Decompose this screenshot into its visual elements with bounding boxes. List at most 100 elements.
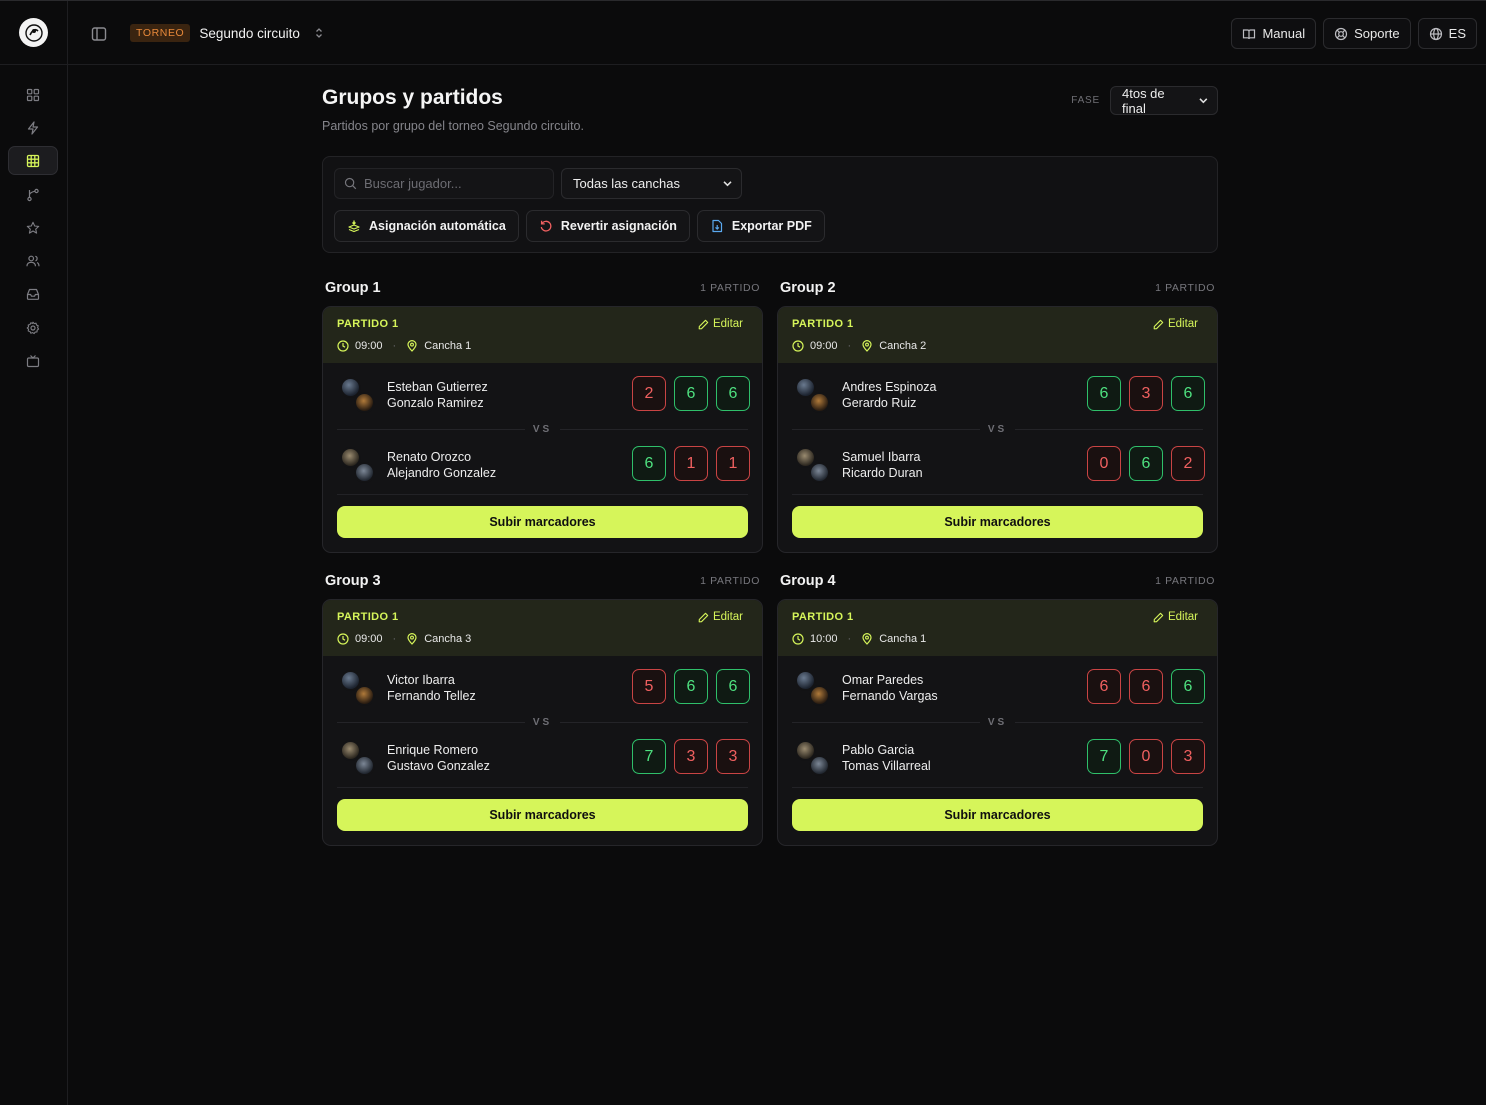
clock-icon xyxy=(337,340,349,352)
edit-button[interactable]: Editar xyxy=(698,318,743,330)
sidebar-item-bracket[interactable] xyxy=(8,180,58,209)
edit-button[interactable]: Editar xyxy=(1153,318,1198,330)
sidebar-item-settings[interactable] xyxy=(8,313,58,342)
search-placeholder: Buscar jugador... xyxy=(364,176,462,191)
sidebar-item-dashboard[interactable] xyxy=(8,80,58,109)
language-button[interactable]: ES xyxy=(1417,18,1477,49)
avatar xyxy=(354,462,375,483)
map-pin-icon xyxy=(862,633,872,645)
support-button[interactable]: Soporte xyxy=(1323,18,1411,49)
table-icon xyxy=(26,154,40,167)
set-score: 6 xyxy=(632,446,666,481)
upload-scores-label: Subir marcadores xyxy=(944,808,1051,822)
vs-line xyxy=(560,721,748,723)
team-row-1: Omar Paredes Fernando Vargas 666 xyxy=(778,663,1217,711)
users-icon xyxy=(26,255,40,266)
team-row-2: Enrique Romero Gustavo Gonzalez 733 xyxy=(323,733,762,781)
edit-button[interactable]: Editar xyxy=(698,611,743,623)
revert-assign-button[interactable]: Revertir asignación xyxy=(525,210,690,242)
phase-select[interactable]: 4tos de final xyxy=(1110,86,1218,116)
vs-line xyxy=(1015,428,1203,430)
page-title: Grupos y partidos xyxy=(322,86,503,109)
sidebar-toggle-icon[interactable] xyxy=(90,25,108,43)
team-players: Samuel Ibarra Ricardo Duran xyxy=(842,449,923,481)
pencil-icon xyxy=(1153,319,1164,329)
chevron-down-icon xyxy=(1199,98,1208,104)
search-input[interactable]: Buscar jugador... xyxy=(334,168,554,199)
edit-label: Editar xyxy=(712,318,743,330)
set-score: 7 xyxy=(632,739,666,774)
set-score: 0 xyxy=(1087,446,1121,481)
tournament-name: Segundo circuito xyxy=(199,25,300,41)
vs-divider: VS xyxy=(792,423,1203,435)
vs-label: VS xyxy=(532,716,553,728)
manual-button[interactable]: Manual xyxy=(1231,18,1317,49)
team-avatars xyxy=(795,447,833,485)
player-name: Renato Orozco xyxy=(387,450,472,464)
auto-assign-label: Asignación automática xyxy=(369,219,506,233)
group-name: Group 4 xyxy=(780,573,836,589)
match-time: 10:00 xyxy=(810,633,838,645)
support-label: Soporte xyxy=(1354,26,1400,41)
globe-icon xyxy=(1429,27,1442,40)
team-players: Enrique Romero Gustavo Gonzalez xyxy=(387,742,490,774)
match-card: PARTIDO 1 Editar 09:00 · Cancha 1 Esteba… xyxy=(322,306,763,553)
sidebar-item-groups[interactable] xyxy=(8,146,58,175)
top-actions: Manual Soporte ES xyxy=(1231,18,1477,49)
sidebar-item-favorites[interactable] xyxy=(8,213,58,242)
match-card-header: PARTIDO 1 Editar 09:00 · Cancha 2 xyxy=(778,307,1217,363)
team-players: Andres Espinoza Gerardo Ruiz xyxy=(842,379,937,411)
team-players: Renato Orozco Alejandro Gonzalez xyxy=(387,449,496,481)
tournament-selector[interactable]: TORNEO Segundo circuito xyxy=(130,24,325,42)
upload-scores-button[interactable]: Subir marcadores xyxy=(792,506,1203,538)
sidebar-item-inbox[interactable] xyxy=(8,279,58,308)
player-name: Ricardo Duran xyxy=(842,466,923,480)
team-scores: 062 xyxy=(1087,446,1205,481)
group-match-count: 1 PARTIDO xyxy=(1155,282,1215,294)
auto-assign-button[interactable]: Asignación automática xyxy=(334,210,519,242)
set-score: 5 xyxy=(632,669,666,704)
sidebar-item-players[interactable] xyxy=(8,246,58,275)
match-time: 09:00 xyxy=(810,340,838,352)
group-name: Group 3 xyxy=(325,573,381,589)
group-match-count: 1 PARTIDO xyxy=(700,282,760,294)
set-score: 6 xyxy=(1129,669,1163,704)
player-name: Esteban Gutierrez xyxy=(387,380,488,394)
edit-label: Editar xyxy=(1167,611,1198,623)
upload-scores-button[interactable]: Subir marcadores xyxy=(792,799,1203,831)
team-scores: 666 xyxy=(1087,669,1205,704)
team-avatars xyxy=(340,670,378,708)
player-name: Victor Ibarra xyxy=(387,673,455,687)
logo[interactable] xyxy=(19,18,48,47)
sidebar-item-display[interactable] xyxy=(8,346,58,375)
action-buttons: Asignación automática Revertir asignació… xyxy=(334,210,825,242)
edit-label: Editar xyxy=(712,611,743,623)
chevron-updown-icon xyxy=(315,28,322,38)
match-card: PARTIDO 1 Editar 10:00 · Cancha 1 Omar P… xyxy=(777,599,1218,846)
court-select[interactable]: Todas las canchas xyxy=(561,168,742,199)
vs-line xyxy=(560,428,748,430)
team-row-2: Pablo Garcia Tomas Villarreal 703 xyxy=(778,733,1217,781)
set-score: 6 xyxy=(1129,446,1163,481)
group-header: Group 3 1 PARTIDO xyxy=(325,570,760,592)
team-scores: 611 xyxy=(632,446,750,481)
edit-button[interactable]: Editar xyxy=(1153,611,1198,623)
upload-scores-button[interactable]: Subir marcadores xyxy=(337,799,748,831)
set-score: 6 xyxy=(1171,669,1205,704)
player-name: Alejandro Gonzalez xyxy=(387,466,497,480)
avatar xyxy=(809,462,830,483)
match-meta: 10:00 · Cancha 1 xyxy=(792,633,1203,645)
phase-filter: FASE 4tos de final xyxy=(1071,86,1218,116)
player-name: Enrique Romero xyxy=(387,743,479,757)
tv-icon xyxy=(26,354,40,367)
export-pdf-label: Exportar PDF xyxy=(731,219,812,233)
export-pdf-button[interactable]: Exportar PDF xyxy=(696,210,825,242)
set-score: 2 xyxy=(632,376,666,411)
set-score: 3 xyxy=(716,739,750,774)
set-score: 7 xyxy=(1087,739,1121,774)
upload-scores-button[interactable]: Subir marcadores xyxy=(337,506,748,538)
sidebar-item-quick[interactable] xyxy=(8,113,58,142)
match-card: PARTIDO 1 Editar 09:00 · Cancha 2 Andres… xyxy=(777,306,1218,553)
top-bar: TORNEO Segundo circuito Manual Soporte E… xyxy=(0,0,1486,65)
match-card-header: PARTIDO 1 Editar 10:00 · Cancha 1 xyxy=(778,600,1217,656)
